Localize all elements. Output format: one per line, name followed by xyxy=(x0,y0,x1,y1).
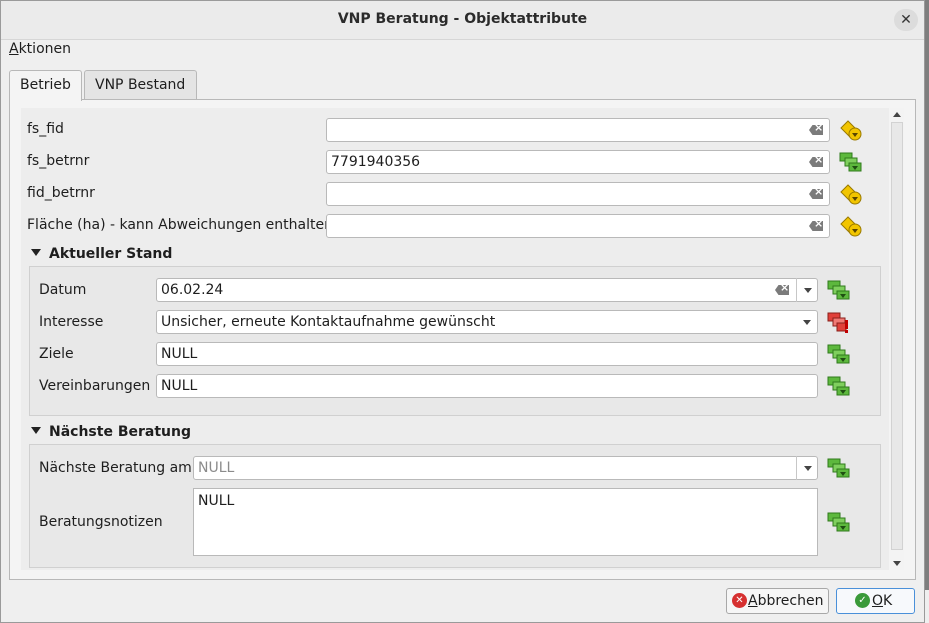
fs-betrnr-label: fs_betrnr xyxy=(27,153,90,169)
ok-accel: O xyxy=(872,593,884,609)
tab-betrieb[interactable]: Betrieb xyxy=(9,70,82,101)
cancel-button[interactable]: ✕ Abbrechen xyxy=(726,588,829,614)
datum-label: Datum xyxy=(39,282,87,298)
collapse-arrow-icon xyxy=(31,249,41,256)
collapse-arrow-icon xyxy=(31,427,41,434)
data-defined-green-icon[interactable] xyxy=(827,510,851,534)
cancel-icon: ✕ xyxy=(732,593,747,608)
beratungsnotizen-label: Beratungsnotizen xyxy=(39,514,163,530)
chevron-down-icon[interactable] xyxy=(803,320,811,325)
fid-betrnr-label: fid_betrnr xyxy=(27,185,95,201)
ok-label: OK xyxy=(872,589,892,613)
expression-yellow-icon[interactable] xyxy=(839,118,863,142)
naechste-beratung-am-input[interactable]: NULL xyxy=(193,456,818,480)
menu-bar: Aktionen xyxy=(9,41,71,61)
data-defined-red-icon[interactable] xyxy=(827,310,851,334)
ziele-input[interactable]: NULL xyxy=(156,342,818,366)
scroll-down-icon[interactable] xyxy=(893,561,901,566)
window-title: VNP Beratung - Objektattribute xyxy=(337,11,588,27)
beratungsnotizen-textarea[interactable]: NULL xyxy=(193,488,818,556)
fid-betrnr-input[interactable] xyxy=(326,182,830,206)
group-header-naechste-beratung[interactable]: Nächste Beratung xyxy=(31,424,191,440)
ok-rest: K xyxy=(883,593,893,609)
checkmark-icon: ✓ xyxy=(855,593,870,608)
calendar-dropdown-button[interactable] xyxy=(796,278,818,302)
close-button[interactable]: ✕ xyxy=(894,9,918,31)
naechste-beratung-am-label: Nächste Beratung am xyxy=(39,460,192,476)
group-title: Nächste Beratung xyxy=(49,424,191,440)
fs-fid-input[interactable] xyxy=(326,118,830,142)
vereinbarungen-label: Vereinbarungen xyxy=(39,378,151,394)
fs-fid-label: fs_fid xyxy=(27,121,64,137)
flaeche-input[interactable] xyxy=(326,214,830,238)
cancel-accel: A xyxy=(748,593,758,609)
vereinbarungen-input[interactable]: NULL xyxy=(156,374,818,398)
interesse-select[interactable]: Unsicher, erneute Kontaktaufnahme gewüns… xyxy=(156,310,818,334)
group-title: Aktueller Stand xyxy=(49,246,173,262)
expression-yellow-icon[interactable] xyxy=(839,214,863,238)
calendar-dropdown-button[interactable] xyxy=(796,456,818,480)
ziele-label: Ziele xyxy=(39,346,74,362)
fs-betrnr-input[interactable]: 7791940356 xyxy=(326,150,830,174)
group-header-aktueller-stand[interactable]: Aktueller Stand xyxy=(31,246,172,262)
scroll-thumb[interactable] xyxy=(891,122,903,550)
menu-aktionen[interactable]: Aktionen xyxy=(9,41,71,57)
tab-vnp-bestand[interactable]: VNP Bestand xyxy=(84,70,197,99)
data-defined-green-icon[interactable] xyxy=(839,150,863,174)
data-defined-green-icon[interactable] xyxy=(827,456,851,480)
menu-aktionen-rest: ktionen xyxy=(18,41,71,57)
menu-aktionen-accel: A xyxy=(9,41,19,57)
dialog-window: VNP Beratung - Objektattribute ✕ Aktione… xyxy=(0,0,925,623)
close-icon: ✕ xyxy=(900,12,912,28)
data-defined-green-icon[interactable] xyxy=(827,374,851,398)
vertical-scrollbar[interactable] xyxy=(890,108,904,570)
datum-input[interactable]: 06.02.24 xyxy=(156,278,818,302)
data-defined-green-icon[interactable] xyxy=(827,342,851,366)
scroll-up-icon[interactable] xyxy=(893,112,901,117)
data-defined-green-icon[interactable] xyxy=(827,278,851,302)
ok-button[interactable]: ✓ OK xyxy=(836,588,915,614)
flaeche-label: Fläche (ha) - kann Abweichungen enthalte… xyxy=(27,217,333,233)
expression-yellow-icon[interactable] xyxy=(839,182,863,206)
cancel-label: Abbrechen xyxy=(748,589,823,613)
cancel-rest: bbrechen xyxy=(757,593,824,609)
title-bar: VNP Beratung - Objektattribute ✕ xyxy=(1,1,924,40)
interesse-label: Interesse xyxy=(39,314,104,330)
